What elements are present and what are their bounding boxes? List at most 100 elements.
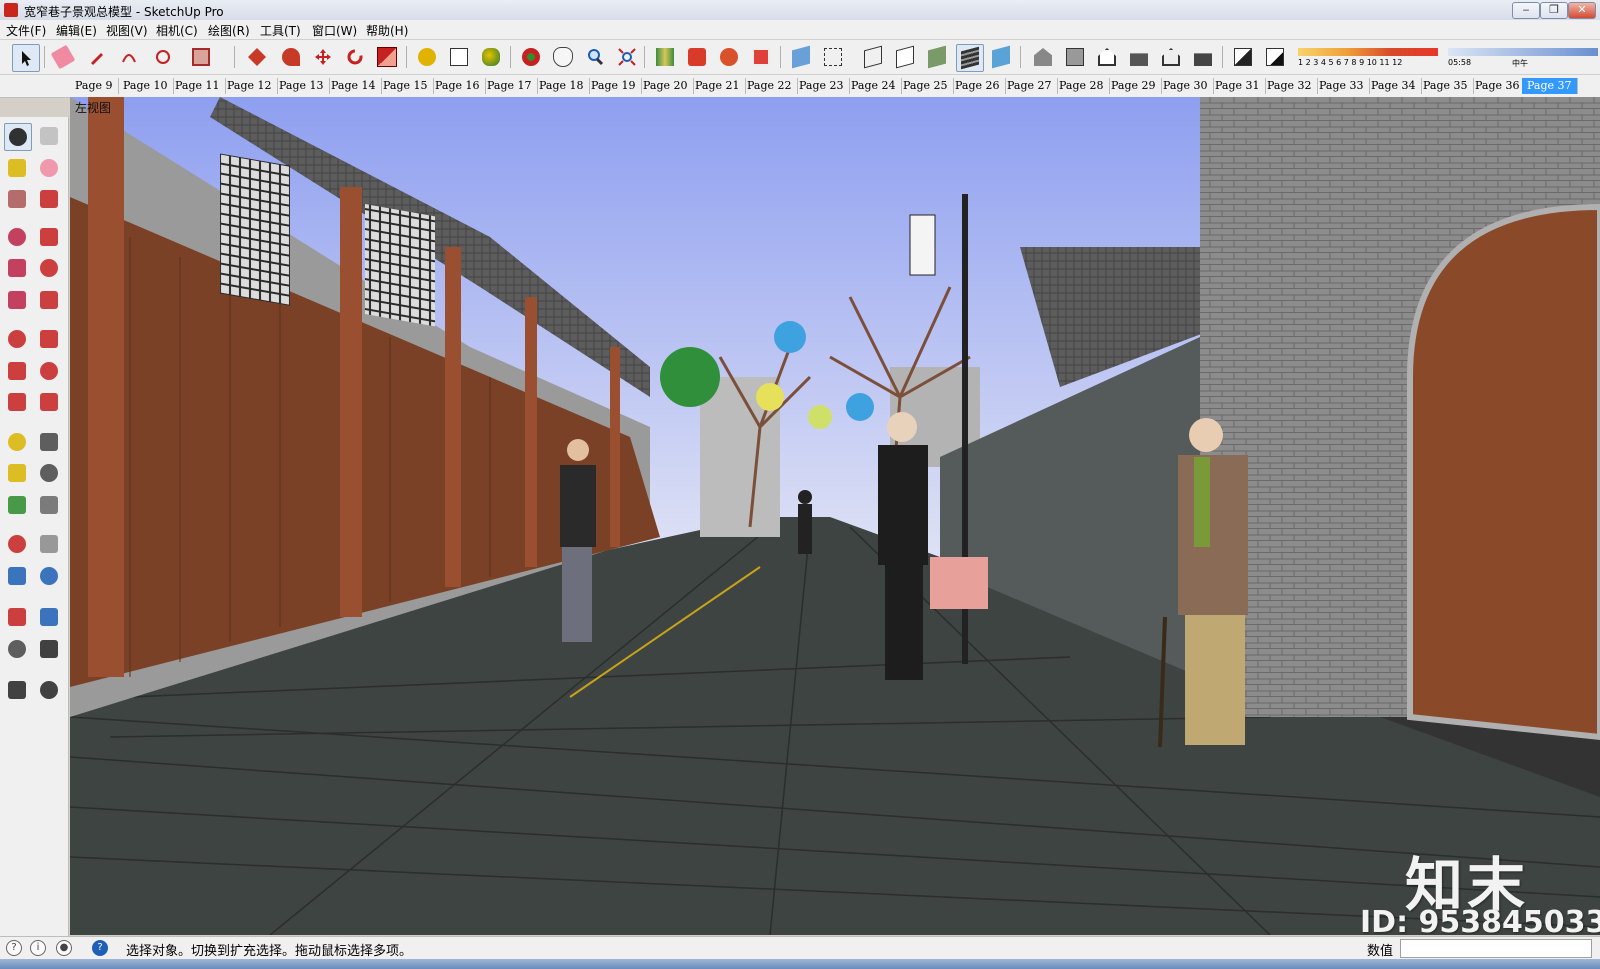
scene-tab[interactable]: Page 19 xyxy=(586,78,642,94)
scene-tab[interactable]: Page 9 xyxy=(70,78,119,94)
rotate-tool-button[interactable] xyxy=(342,44,368,70)
rectangle-tool-button[interactable] xyxy=(188,44,214,70)
time-slider[interactable] xyxy=(1448,48,1598,56)
export-button[interactable] xyxy=(748,44,774,70)
wireframe-style-button[interactable] xyxy=(860,44,886,70)
scene-tab[interactable]: Page 27 xyxy=(1002,78,1058,94)
scene-tab[interactable]: Page 13 xyxy=(274,78,330,94)
scene-tab[interactable]: Page 15 xyxy=(378,78,434,94)
scene-tab[interactable]: Page 33 xyxy=(1314,78,1370,94)
walk-tool-button[interactable] xyxy=(4,677,30,703)
top-view-button[interactable] xyxy=(1062,44,1088,70)
eraser-tool-button[interactable] xyxy=(36,155,62,181)
paint-tool-button[interactable] xyxy=(4,155,30,181)
measurements-input[interactable] xyxy=(1400,939,1592,958)
menu-window[interactable]: 窗口(W) xyxy=(312,22,357,39)
zoomwindow-tool-button[interactable] xyxy=(36,563,62,589)
scene-tab[interactable]: Page 17 xyxy=(482,78,538,94)
geo-location-icon[interactable]: ? xyxy=(6,940,22,956)
scene-tab[interactable]: Page 24 xyxy=(846,78,902,94)
move-tool-button[interactable] xyxy=(4,326,30,352)
circle-tool-button[interactable] xyxy=(150,44,176,70)
protractor-tool-button[interactable] xyxy=(4,460,30,486)
close-button[interactable]: ✕ xyxy=(1568,2,1596,19)
help-icon[interactable]: ? xyxy=(92,940,108,956)
scale-tool-button[interactable] xyxy=(4,389,30,415)
push-pull-tool-button[interactable] xyxy=(244,44,270,70)
arc3-tool-button[interactable] xyxy=(36,287,62,313)
menu-view[interactable]: 视图(V) xyxy=(106,22,148,39)
scene-tab[interactable]: Page 14 xyxy=(326,78,382,94)
tape-tool-button[interactable] xyxy=(4,429,30,455)
zoomextents-tool-button[interactable] xyxy=(4,604,30,630)
scene-tab[interactable]: Page 30 xyxy=(1158,78,1214,94)
scene-tab[interactable]: Page 25 xyxy=(898,78,954,94)
front-view-button[interactable] xyxy=(1094,44,1120,70)
scene-tab[interactable]: Page 11 xyxy=(170,78,226,94)
xray-style-button[interactable] xyxy=(788,44,814,70)
select-tool-button[interactable] xyxy=(4,123,32,151)
menu-help[interactable]: 帮助(H) xyxy=(366,22,408,39)
move-tool-button[interactable] xyxy=(310,44,336,70)
model-viewport[interactable]: 知末 ID: 953845033 xyxy=(70,97,1600,935)
scene-tab[interactable]: Page 22 xyxy=(742,78,798,94)
back-edges-style-button[interactable] xyxy=(820,44,846,70)
hidden-line-style-button[interactable] xyxy=(892,44,918,70)
tape-measure-button[interactable] xyxy=(414,44,440,70)
section-tool-button[interactable] xyxy=(36,677,62,703)
shaded-style-button[interactable] xyxy=(924,44,950,70)
text-tool-button[interactable] xyxy=(446,44,472,70)
scene-tab[interactable]: Page 26 xyxy=(950,78,1006,94)
iso-view-button[interactable] xyxy=(1030,44,1056,70)
left-view-button[interactable] xyxy=(1190,44,1216,70)
arc-tool-button[interactable] xyxy=(116,44,142,70)
follow-me-tool-button[interactable] xyxy=(278,44,304,70)
zoom-extents-button[interactable] xyxy=(614,44,640,70)
line-tool-button[interactable] xyxy=(36,186,62,212)
share-model-button[interactable] xyxy=(684,44,710,70)
scene-tab[interactable]: Page 37 xyxy=(1522,78,1578,94)
menu-draw[interactable]: 绘图(R) xyxy=(208,22,250,39)
scene-tab[interactable]: Page 36 xyxy=(1470,78,1526,94)
restore-button[interactable]: ❐ xyxy=(1540,2,1568,19)
rectangle-tool-button[interactable] xyxy=(4,186,30,212)
lookaround-tool-button[interactable] xyxy=(36,636,62,662)
scene-tab[interactable]: Page 23 xyxy=(794,78,850,94)
followme-tool-button[interactable] xyxy=(36,358,62,384)
menu-tools[interactable]: 工具(T) xyxy=(260,22,301,39)
scene-tab[interactable]: Page 32 xyxy=(1262,78,1318,94)
display-shadows-button[interactable] xyxy=(1262,44,1288,70)
text-tool-button[interactable] xyxy=(36,460,62,486)
zoom-tool-button[interactable] xyxy=(582,44,608,70)
menu-file[interactable]: 文件(F) xyxy=(6,22,46,39)
back-view-button[interactable] xyxy=(1158,44,1184,70)
menu-edit[interactable]: 编辑(E) xyxy=(56,22,97,39)
shadow-settings-button[interactable] xyxy=(1230,44,1256,70)
arc-tool-button[interactable] xyxy=(36,255,62,281)
zoom-tool-button[interactable] xyxy=(4,563,30,589)
freehand-tool-button[interactable] xyxy=(36,224,62,250)
pencil-tool-button[interactable] xyxy=(84,44,110,70)
offset-tool-button[interactable] xyxy=(36,389,62,415)
scale-tool-button[interactable] xyxy=(374,44,400,70)
pan-tool-button[interactable] xyxy=(36,531,62,557)
scene-tab[interactable]: Page 12 xyxy=(222,78,278,94)
scene-tab[interactable]: Page 29 xyxy=(1106,78,1162,94)
pie-tool-button[interactable] xyxy=(4,287,30,313)
get-models-button[interactable] xyxy=(652,44,678,70)
menu-camera[interactable]: 相机(C) xyxy=(156,22,198,39)
scene-tab[interactable]: Page 35 xyxy=(1418,78,1474,94)
shaded-textures-style-button[interactable] xyxy=(956,44,984,72)
previous-tool-button[interactable] xyxy=(36,604,62,630)
components-button[interactable] xyxy=(716,44,742,70)
circle-tool-button[interactable] xyxy=(4,224,30,250)
orbit-tool-button[interactable] xyxy=(4,531,30,557)
scene-tab[interactable]: Page 20 xyxy=(638,78,694,94)
pushpull-tool-button[interactable] xyxy=(36,326,62,352)
axes-tool-button[interactable] xyxy=(4,492,30,518)
scene-tab[interactable]: Page 34 xyxy=(1366,78,1422,94)
credits-icon[interactable]: i xyxy=(30,940,46,956)
user-account-icon[interactable]: ● xyxy=(56,940,72,956)
position-tool-button[interactable] xyxy=(4,636,30,662)
polygon-tool-button[interactable] xyxy=(4,255,30,281)
